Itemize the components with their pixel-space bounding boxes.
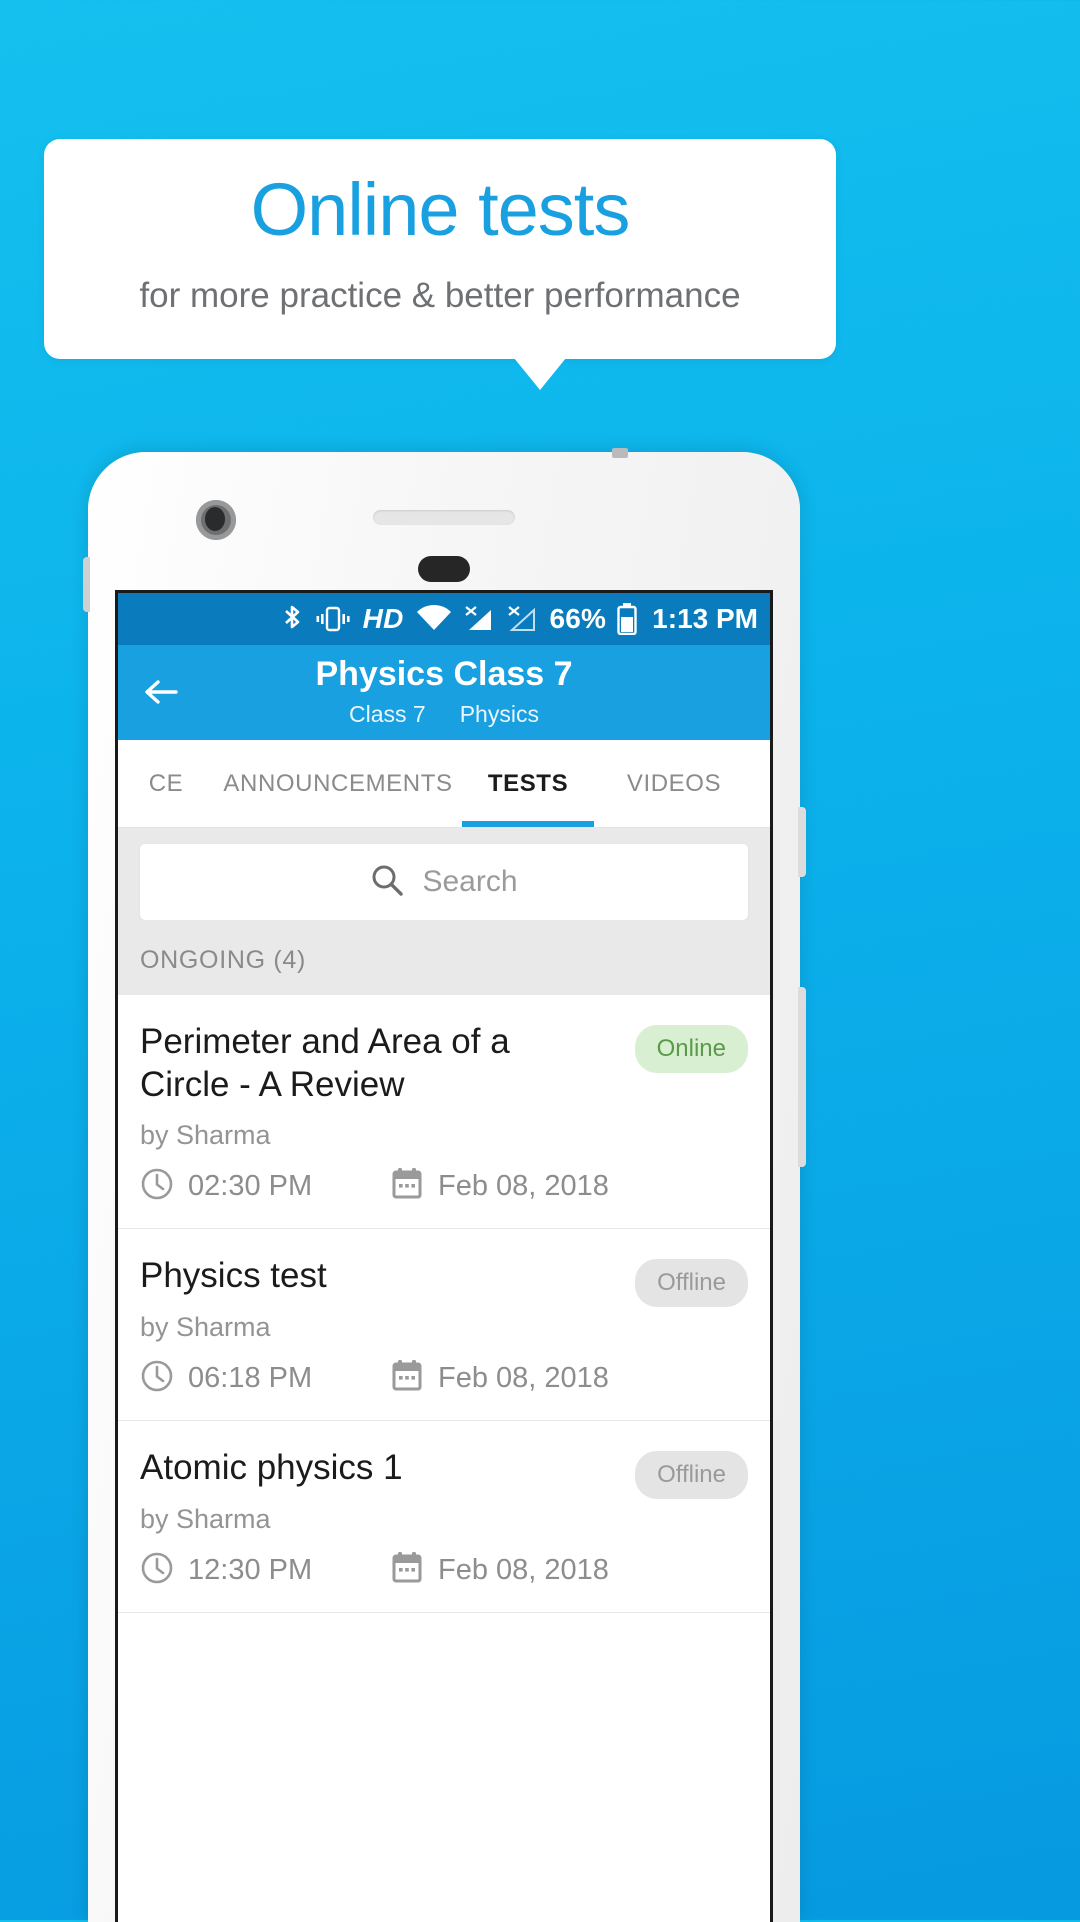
earpiece-speaker: [373, 510, 515, 525]
test-date: Feb 08, 2018: [390, 1167, 609, 1206]
breadcrumb: Class 7 Physics: [349, 701, 539, 728]
vibrate-icon: [314, 604, 352, 634]
search-icon: [370, 863, 404, 902]
tests-list: Perimeter and Area of a Circle - A Revie…: [118, 995, 770, 1613]
battery-percent-label: 66%: [549, 603, 607, 634]
clock-icon: [140, 1167, 174, 1206]
test-author: by Sharma: [140, 1120, 271, 1151]
status-bar: HD 66% 1:13 PM: [118, 593, 770, 645]
phone-screen: HD 66% 1:13 PM Physics Class 7 Class 7 P…: [118, 593, 770, 1922]
test-title: Atomic physics 1: [140, 1448, 403, 1488]
status-badge: Offline: [635, 1451, 748, 1500]
test-time: 12:30 PM: [140, 1551, 390, 1590]
calendar-icon: [390, 1551, 424, 1590]
breadcrumb-subject: Physics: [459, 701, 539, 727]
test-author: by Sharma: [140, 1312, 271, 1343]
tab-bar: CE ANNOUNCEMENTS TESTS VIDEOS: [118, 740, 770, 828]
test-meta: 12:30 PM Feb 08, 2018: [140, 1551, 748, 1590]
test-time-label: 12:30 PM: [188, 1553, 313, 1586]
test-meta: 06:18 PM Feb 08, 2018: [140, 1359, 748, 1398]
phone-power-button: [798, 987, 806, 1167]
signal-no-service-2-icon: [507, 604, 539, 634]
test-author: by Sharma: [140, 1503, 271, 1534]
search-placeholder: Search: [422, 865, 518, 898]
test-date-label: Feb 08, 2018: [438, 1170, 609, 1203]
phone-mockup: HD 66% 1:13 PM Physics Class 7 Class 7 P…: [83, 448, 806, 1922]
table-row[interactable]: Perimeter and Area of a Circle - A Revie…: [118, 995, 770, 1230]
phone-top-antenna: [612, 448, 628, 458]
tab-ce[interactable]: CE: [118, 740, 214, 827]
bluetooth-icon: [281, 604, 303, 634]
search-input[interactable]: Search: [140, 844, 748, 920]
test-title: Perimeter and Area of a Circle - A Revie…: [140, 1022, 510, 1104]
table-row[interactable]: Physics test by Sharma 06:18 PM Feb 08, …: [118, 1229, 770, 1422]
promo-banner: Online tests for more practice & better …: [44, 139, 836, 359]
page-title: Physics Class 7: [315, 655, 573, 693]
test-date: Feb 08, 2018: [390, 1359, 609, 1398]
app-bar: Physics Class 7 Class 7 Physics: [118, 645, 770, 740]
clock-icon: [140, 1551, 174, 1590]
test-time: 02:30 PM: [140, 1167, 390, 1206]
test-time: 06:18 PM: [140, 1359, 390, 1398]
calendar-icon: [390, 1359, 424, 1398]
back-arrow-icon[interactable]: [140, 671, 182, 713]
search-section: Search: [118, 828, 770, 920]
phone-volume-button: [798, 807, 806, 877]
tab-announcements[interactable]: ANNOUNCEMENTS: [214, 740, 462, 827]
phone-left-antenna: [83, 557, 90, 612]
tab-tests[interactable]: TESTS: [462, 740, 594, 827]
table-row[interactable]: Atomic physics 1 by Sharma 12:30 PM Feb …: [118, 1421, 770, 1613]
section-header-ongoing: ONGOING (4): [118, 920, 770, 995]
promo-title: Online tests: [250, 168, 631, 251]
signal-no-service-icon: [464, 604, 496, 634]
status-badge: Online: [634, 1025, 748, 1073]
calendar-icon: [390, 1167, 424, 1206]
test-meta: 02:30 PM Feb 08, 2018: [140, 1167, 748, 1206]
proximity-sensor: [418, 556, 470, 582]
test-date-label: Feb 08, 2018: [438, 1362, 609, 1395]
wifi-icon: [415, 604, 453, 634]
promo-subtitle: for more practice & better performance: [139, 276, 741, 316]
status-badge: Offline: [635, 1259, 748, 1308]
battery-icon: [617, 603, 637, 635]
test-time-label: 02:30 PM: [188, 1170, 313, 1203]
clock-icon: [140, 1359, 174, 1398]
test-title: Physics test: [140, 1256, 327, 1296]
test-date: Feb 08, 2018: [390, 1551, 609, 1590]
breadcrumb-class: Class 7: [349, 701, 426, 727]
promo-banner-tail: [514, 358, 566, 390]
test-time-label: 06:18 PM: [188, 1362, 313, 1395]
status-bar-clock: 1:13 PM: [652, 603, 758, 634]
tab-videos[interactable]: VIDEOS: [594, 740, 754, 827]
hd-icon: HD: [362, 603, 404, 634]
test-date-label: Feb 08, 2018: [438, 1553, 609, 1586]
front-camera-icon: [196, 500, 236, 540]
